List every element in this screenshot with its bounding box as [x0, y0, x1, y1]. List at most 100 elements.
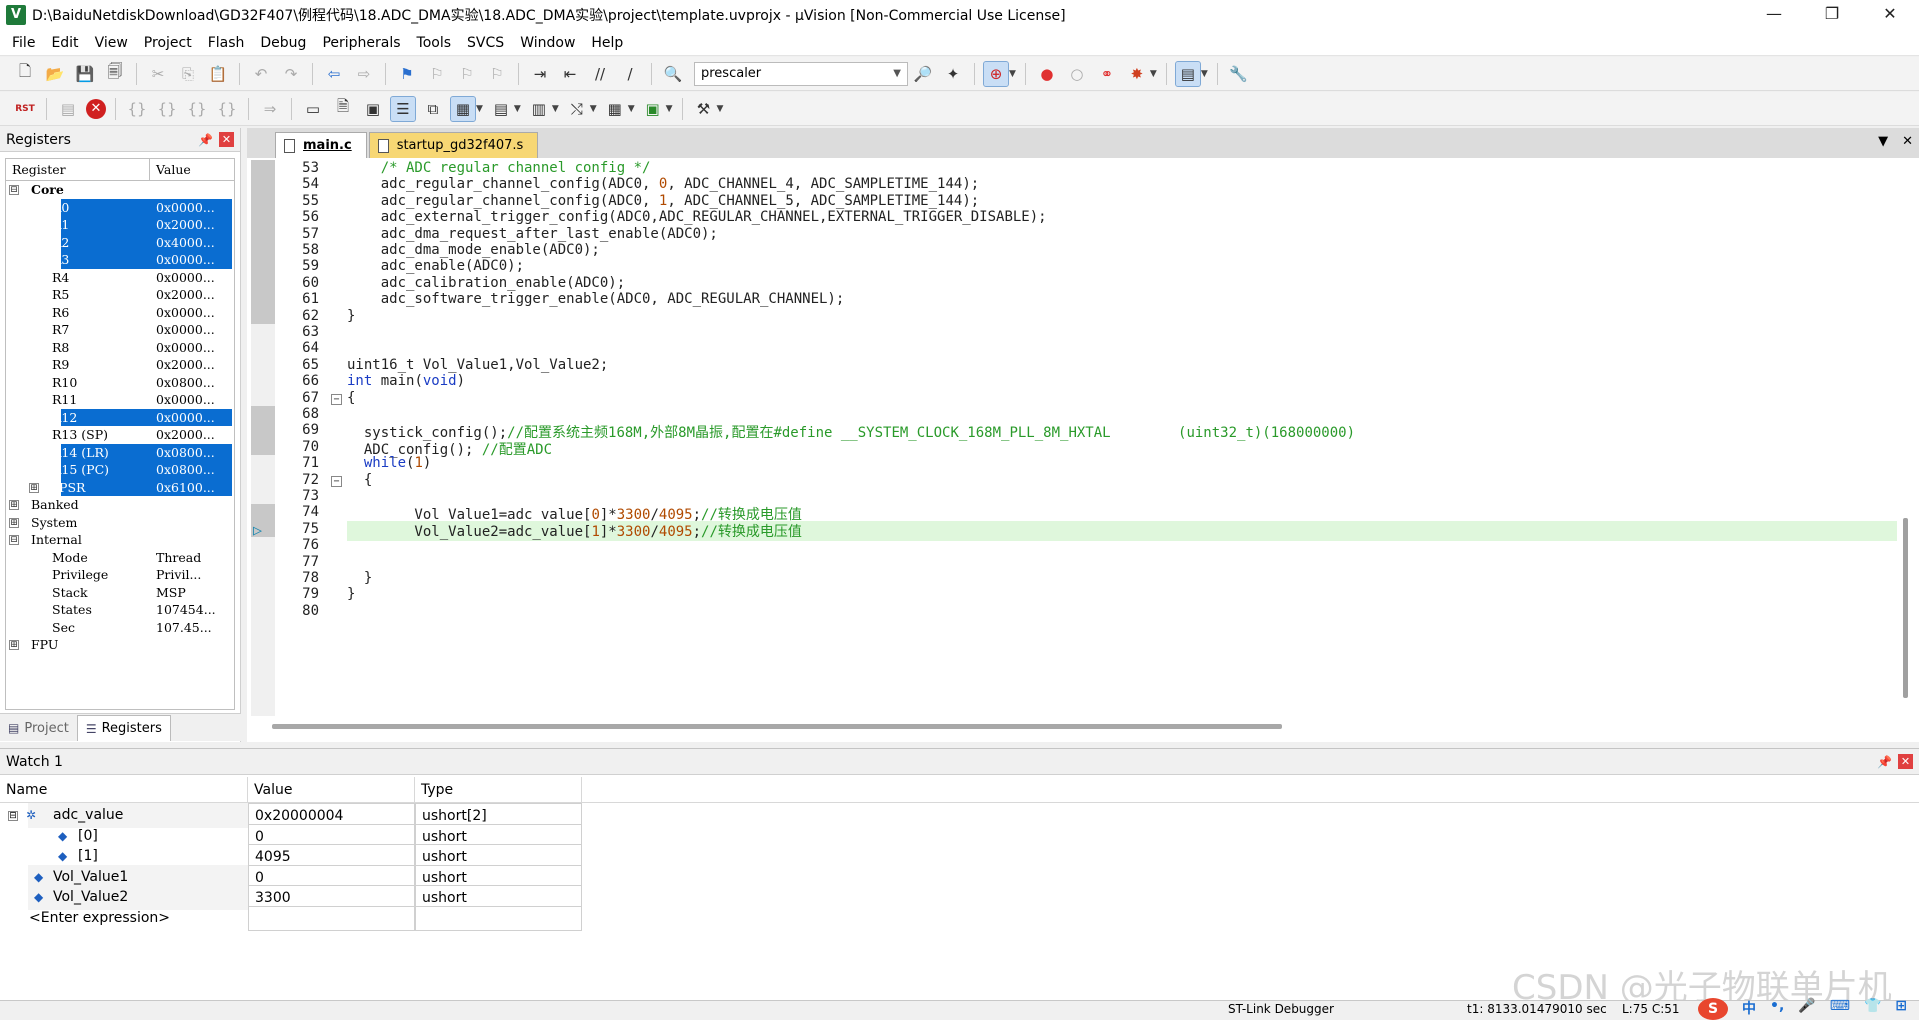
tab-project[interactable]: ▤ Project: [0, 715, 77, 741]
tab-startup-file[interactable]: startup_gd32f407.s: [368, 132, 539, 158]
comment-icon[interactable]: //: [588, 62, 612, 86]
vertical-scrollbar[interactable]: [1903, 518, 1908, 698]
chevron-down-icon[interactable]: ▼: [590, 104, 597, 114]
register-row[interactable]: States 107454...: [6, 601, 234, 619]
register-row[interactable]: Stack MSP: [6, 584, 234, 602]
call-stack-icon[interactable]: ⧉: [421, 97, 445, 121]
window-layout-icon[interactable]: ▤: [1174, 60, 1201, 87]
chevron-down-icon[interactable]: ▼: [666, 104, 673, 114]
register-row[interactable]: R4 0x0000...: [6, 269, 234, 287]
trace-window-icon[interactable]: ▦: [603, 97, 627, 121]
serial-window-icon[interactable]: ▥: [527, 97, 551, 121]
chevron-down-icon[interactable]: ▼: [1150, 69, 1157, 79]
pin-icon[interactable]: 📌: [1877, 755, 1892, 769]
code-line[interactable]: 80: [247, 603, 1897, 623]
register-row[interactable]: R9 0x2000...: [6, 356, 234, 374]
register-value[interactable]: 0x0000...: [156, 321, 215, 339]
clear-bookmarks-icon[interactable]: ⚐: [485, 62, 509, 86]
toolbox-icon[interactable]: ⚒: [692, 97, 716, 121]
register-row[interactable]: R14 (LR) 0x0800...: [6, 443, 234, 462]
column-value[interactable]: Value: [248, 777, 415, 802]
register-row[interactable]: R1 0x2000...: [6, 216, 234, 234]
close-window-button[interactable]: ✕: [1861, 0, 1919, 30]
redo-icon[interactable]: ↷: [279, 62, 303, 86]
register-row[interactable]: R8 0x0000...: [6, 339, 234, 357]
watch-window-icon[interactable]: ▦: [450, 95, 476, 122]
find-icon[interactable]: 🔎: [911, 62, 935, 86]
horizontal-scrollbar[interactable]: [272, 724, 1282, 729]
register-row[interactable]: R0 0x0000...: [6, 198, 234, 217]
register-row[interactable]: R15 (PC) 0x0800...: [6, 461, 234, 479]
new-file-icon[interactable]: 🗋: [13, 62, 37, 86]
navigate-forward-icon[interactable]: ⇨: [352, 62, 376, 86]
register-row[interactable]: R7 0x0000...: [6, 321, 234, 339]
register-value[interactable]: 0x0000...: [156, 391, 215, 409]
expand-icon[interactable]: ⊞: [9, 517, 19, 528]
memory-window-icon[interactable]: ▤: [489, 97, 513, 121]
register-row[interactable]: ⊟ Core: [6, 181, 234, 199]
column-value[interactable]: Value: [150, 159, 191, 180]
register-value[interactable]: 0x0000...: [156, 304, 215, 322]
register-value[interactable]: 0x0800...: [156, 444, 215, 462]
menu-window[interactable]: Window: [512, 30, 583, 56]
register-row[interactable]: R11 0x0000...: [6, 391, 234, 409]
column-register[interactable]: Register: [6, 159, 150, 180]
chevron-down-icon[interactable]: ▼: [1009, 69, 1016, 79]
configure-wrench-icon[interactable]: 🔧: [1227, 62, 1251, 86]
register-row[interactable]: R12 0x0000...: [6, 408, 234, 427]
register-row[interactable]: R3 0x0000...: [6, 251, 234, 269]
menu-edit[interactable]: Edit: [43, 30, 86, 56]
register-row[interactable]: R10 0x0800...: [6, 374, 234, 392]
paste-icon[interactable]: 📋: [206, 62, 230, 86]
code-area[interactable]: 53 /* ADC regular channel config */ 54 ad…: [247, 160, 1907, 716]
register-value[interactable]: 107.45...: [156, 619, 212, 637]
chevron-down-icon[interactable]: ▼: [893, 68, 901, 79]
symbols-window-icon[interactable]: ▣: [361, 97, 385, 121]
step-out-icon[interactable]: {}: [185, 97, 209, 121]
tab-registers[interactable]: ☰ Registers: [76, 715, 171, 741]
find-in-files-icon[interactable]: 🔍: [661, 62, 685, 86]
disassembly-window-icon[interactable]: 🗎: [331, 97, 355, 121]
step-over-icon[interactable]: {}: [155, 97, 179, 121]
undo-icon[interactable]: ↶: [249, 62, 273, 86]
indent-icon[interactable]: ⇥: [528, 62, 552, 86]
registers-window-icon[interactable]: ☰: [390, 95, 416, 122]
chevron-down-icon[interactable]: ▼: [717, 104, 724, 114]
tab-main-c[interactable]: main.c: [275, 132, 367, 158]
pin-icon[interactable]: 📌: [198, 133, 213, 147]
register-value[interactable]: 0x2000...: [156, 356, 215, 374]
register-value[interactable]: 0x0000...: [156, 339, 215, 357]
menu-debug[interactable]: Debug: [252, 30, 314, 56]
register-row[interactable]: R5 0x2000...: [6, 286, 234, 304]
navigate-back-icon[interactable]: ⇦: [322, 62, 346, 86]
insert-breakpoint-icon[interactable]: ●: [1035, 62, 1059, 86]
bookmark-icon[interactable]: ⚑: [395, 62, 419, 86]
register-row[interactable]: R2 0x4000...: [6, 233, 234, 251]
menu-flash[interactable]: Flash: [200, 30, 253, 56]
register-row[interactable]: ⊞ System: [6, 514, 234, 532]
chevron-down-icon[interactable]: ▼: [628, 104, 635, 114]
menu-help[interactable]: Help: [583, 30, 631, 56]
close-icon[interactable]: ✕: [1902, 134, 1913, 149]
expand-icon[interactable]: ⊞: [29, 482, 39, 493]
maximize-button[interactable]: ❐: [1803, 0, 1861, 30]
register-row[interactable]: ⊞ Banked: [6, 496, 234, 514]
reset-icon[interactable]: RST: [13, 97, 37, 121]
register-value[interactable]: MSP: [156, 584, 186, 602]
register-value[interactable]: 0x0000...: [156, 409, 215, 427]
next-bookmark-icon[interactable]: ⚐: [455, 62, 479, 86]
prev-bookmark-icon[interactable]: ⚐: [425, 62, 449, 86]
register-value[interactable]: 0x0000...: [156, 199, 215, 217]
expand-icon[interactable]: ⊞: [9, 640, 19, 650]
register-row[interactable]: Privilege Privil...: [6, 566, 234, 584]
system-viewer-icon[interactable]: ▣: [641, 97, 665, 121]
register-value[interactable]: 0x0800...: [156, 461, 215, 479]
fold-toggle-icon[interactable]: −: [331, 393, 342, 405]
disable-breakpoints-icon[interactable]: ⚭: [1095, 62, 1119, 86]
register-row[interactable]: ⊞ xPSR 0x6100...: [6, 478, 234, 496]
register-value[interactable]: 0x2000...: [156, 216, 215, 234]
register-value[interactable]: 0x2000...: [156, 426, 215, 444]
kill-breakpoints-icon[interactable]: ✸: [1125, 62, 1149, 86]
close-icon[interactable]: ✕: [1898, 754, 1913, 769]
uncomment-icon[interactable]: /: [618, 62, 642, 86]
